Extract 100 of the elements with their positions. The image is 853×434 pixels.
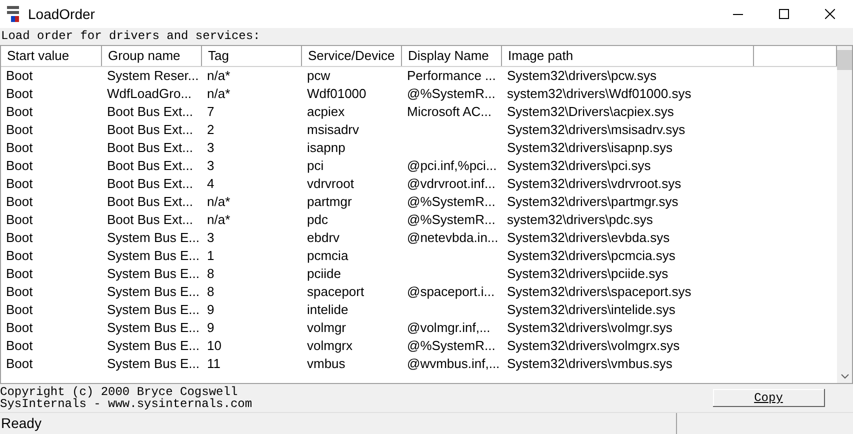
table-cell: System Bus E... xyxy=(107,338,200,354)
table-cell: @spaceport.i... xyxy=(407,284,495,300)
table-cell: @pci.inf,%pci... xyxy=(407,158,497,174)
column-header[interactable]: Service/Device xyxy=(302,46,402,66)
scrollbar-thumb[interactable] xyxy=(837,50,852,70)
table-cell: 9 xyxy=(207,320,214,336)
table-cell: Performance ... xyxy=(407,68,496,84)
table-cell: System Bus E... xyxy=(107,266,200,282)
caption-label: Load order for drivers and services: xyxy=(0,28,262,45)
table-cell: 1 xyxy=(207,248,214,264)
table-cell: System32\drivers\evbda.sys xyxy=(507,230,670,246)
table-cell: Boot xyxy=(6,230,33,246)
table-cell: System Bus E... xyxy=(107,284,200,300)
table-cell: Boot xyxy=(6,212,33,228)
table-cell: Boot xyxy=(6,140,33,156)
table-cell: pcw xyxy=(307,68,330,84)
table-cell: 8 xyxy=(207,266,214,282)
table-cell: System32\drivers\pcmcia.sys xyxy=(507,248,676,264)
table-cell: 3 xyxy=(207,140,214,156)
table-cell: Boot xyxy=(6,68,33,84)
table-cell: vdrvroot xyxy=(307,176,354,192)
table-cell: Boot xyxy=(6,158,33,174)
table-cell: System32\drivers\pcw.sys xyxy=(507,68,657,84)
table-cell: Boot xyxy=(6,248,33,264)
table-cell: System32\drivers\vdrvroot.sys xyxy=(507,176,682,192)
table-cell: vmbus xyxy=(307,356,346,372)
table-cell: partmgr xyxy=(307,194,352,210)
table-cell: pciide xyxy=(307,266,341,282)
table-cell: System32\drivers\volmgrx.sys xyxy=(507,338,680,354)
footer-text: SysInternals - www.sysinternals.com xyxy=(0,398,252,410)
table-cell: Boot xyxy=(6,176,33,192)
table-cell: Boot Bus Ext... xyxy=(107,158,193,174)
table-cell: pdc xyxy=(307,212,328,228)
table-cell: System Bus E... xyxy=(107,248,200,264)
table-cell: Boot Bus Ext... xyxy=(107,176,193,192)
table-cell: Boot xyxy=(6,266,33,282)
table-cell: System32\drivers\spaceport.sys xyxy=(507,284,692,300)
table-cell: System32\drivers\isapnp.sys xyxy=(507,140,672,156)
table-cell: n/a* xyxy=(207,194,230,210)
table-cell: System32\drivers\msisadrv.sys xyxy=(507,122,686,138)
table-cell: Boot xyxy=(6,86,33,102)
table-cell: @wvmbus.inf,... xyxy=(407,356,500,372)
table-cell: 2 xyxy=(207,122,214,138)
table-cell: msisadrv xyxy=(307,122,360,138)
table-cell: 10 xyxy=(207,338,222,354)
table-cell: System Bus E... xyxy=(107,320,200,336)
app-icon xyxy=(6,5,22,23)
table-cell: Boot xyxy=(6,284,33,300)
table-cell: @%SystemR... xyxy=(407,338,496,354)
footer-text: Copyright (c) 2000 Bryce Cogswell xyxy=(0,386,238,398)
table-cell: System32\drivers\volmgr.sys xyxy=(507,320,672,336)
table-cell: 9 xyxy=(207,302,214,318)
table-cell: acpiex xyxy=(307,104,345,120)
table-cell: isapnp xyxy=(307,140,346,156)
table-cell: 7 xyxy=(207,104,214,120)
table-cell: intelide xyxy=(307,302,348,318)
table-cell: System Bus E... xyxy=(107,356,200,372)
column-header[interactable]: Display Name xyxy=(402,46,502,66)
table-cell: Boot xyxy=(6,320,33,336)
table-cell: @%SystemR... xyxy=(407,194,496,210)
table-cell: system32\drivers\Wdf01000.sys xyxy=(507,86,692,102)
table-cell: Boot Bus Ext... xyxy=(107,212,193,228)
table-cell: volmgr xyxy=(307,320,346,336)
table-cell: ebdrv xyxy=(307,230,340,246)
column-header[interactable]: Group name xyxy=(102,46,202,66)
table-cell: @%SystemR... xyxy=(407,212,496,228)
table-cell: System Bus E... xyxy=(107,230,200,246)
column-header[interactable]: Image path xyxy=(502,46,754,66)
table-cell: Boot Bus Ext... xyxy=(107,122,193,138)
table-cell: n/a* xyxy=(207,86,230,102)
table-cell: Boot xyxy=(6,338,33,354)
table-cell: 3 xyxy=(207,230,214,246)
table-cell: Boot Bus Ext... xyxy=(107,140,193,156)
table-cell: pci xyxy=(307,158,324,174)
column-header[interactable]: Start value xyxy=(1,46,102,66)
table-cell: System32\drivers\pciide.sys xyxy=(507,266,668,282)
table-cell: Wdf01000 xyxy=(307,86,366,102)
table-cell: WdfLoadGro... xyxy=(107,86,192,102)
status-text: Ready xyxy=(0,413,677,434)
table-cell: volmgrx xyxy=(307,338,353,354)
table-cell: @%SystemR... xyxy=(407,86,496,102)
table-cell: Boot Bus Ext... xyxy=(107,104,193,120)
table-cell: Boot xyxy=(6,356,33,372)
table-cell: Boot xyxy=(6,302,33,318)
table-cell: 11 xyxy=(207,356,220,372)
copy-button[interactable]: Copy xyxy=(713,389,825,407)
table-cell: 8 xyxy=(207,284,214,300)
table-cell: Microsoft AC... xyxy=(407,104,492,120)
window-title: LoadOrder xyxy=(28,4,95,24)
table-cell: Boot xyxy=(6,194,33,210)
scroll-down-icon xyxy=(840,374,848,379)
table-cell: 4 xyxy=(207,176,214,192)
table-cell: System32\Drivers\acpiex.sys xyxy=(507,104,674,120)
table-cell: @netevbda.in... xyxy=(407,230,498,246)
table-cell: spaceport xyxy=(307,284,364,300)
column-header[interactable]: Tag xyxy=(202,46,302,66)
table-cell: System32\drivers\vmbus.sys xyxy=(507,356,672,372)
table-cell: system32\drivers\pdc.sys xyxy=(507,212,653,228)
table-cell: Boot xyxy=(6,104,33,120)
table-cell: Boot xyxy=(6,122,33,138)
